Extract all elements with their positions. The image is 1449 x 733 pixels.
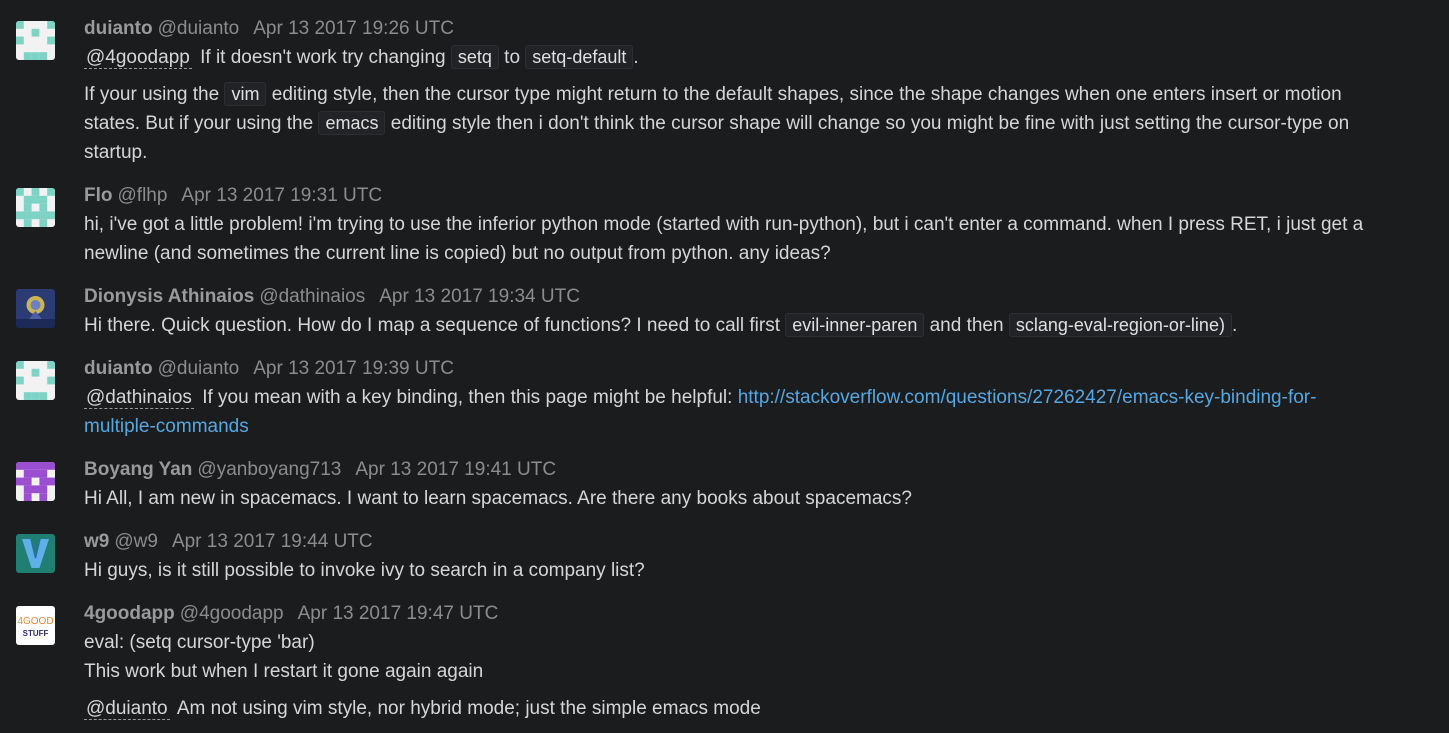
message-timestamp[interactable]: Apr 13 2017 19:41 UTC [355,459,556,480]
author-handle[interactable]: @w9 [114,531,158,552]
author-handle[interactable]: @duianto [158,358,240,379]
message-text: Hi there. Quick question. How do I map a… [84,311,1419,340]
message-text: states. But if your using the emacs edit… [84,109,1419,138]
mention-link[interactable]: @duianto [84,698,170,720]
url-link[interactable]: multiple-commands [84,416,249,437]
message-text: eval: (setq cursor-type 'bar) [84,632,315,653]
message-header: duianto @duianto Apr 13 2017 19:26 UTC [84,14,1419,43]
v-logo-icon[interactable] [16,534,55,573]
mention-link[interactable]: @4goodapp [84,47,192,69]
identicon-teal-icon[interactable] [16,21,55,60]
message-timestamp[interactable]: Apr 13 2017 19:47 UTC [298,603,499,624]
message-text: This work but when I restart it gone aga… [84,661,484,682]
photo-avatar-icon[interactable] [16,289,55,328]
author-handle[interactable]: @yanboyang713 [197,459,341,480]
message-header: Boyang Yan @yanboyang713 Apr 13 2017 19:41… [84,455,1419,484]
message-text: newline (and sometimes the current line … [84,243,831,264]
text-span: and then [924,315,1009,336]
message-timestamp[interactable]: Apr 13 2017 19:34 UTC [379,286,580,307]
svg-text:4GOOD: 4GOOD [17,616,53,627]
author-name[interactable]: Dionysis Athinaios [84,286,254,307]
author-name[interactable]: w9 [84,531,109,552]
identicon-teal-icon[interactable] [16,361,55,400]
message-timestamp[interactable]: Apr 13 2017 19:31 UTC [181,185,382,206]
message-text: hi, i've got a little problem! i'm tryin… [84,214,1364,235]
author-name[interactable]: 4goodapp [84,603,175,624]
svg-text:STUFF: STUFF [23,629,49,638]
inline-code: sclang-eval-region-or-line) [1008,313,1232,337]
inline-code: vim [224,82,267,106]
author-name[interactable]: duianto [84,358,153,379]
inline-code: setq [450,45,499,69]
inline-code: evil-inner-paren [785,313,925,337]
message-text: Hi All, I am new in spacemacs. I want to… [84,488,912,509]
author-name[interactable]: Boyang Yan [84,459,192,480]
url-link[interactable]: http://stackoverflow.com/questions/27262… [738,387,1317,408]
author-handle[interactable]: @4goodapp [180,603,284,624]
message-text: @4goodapp If it doesn't work try changin… [84,43,1419,72]
text-span: Hi there. Quick question. How do I map a… [84,315,786,336]
inline-code: emacs [318,111,386,135]
text-span: Am not using vim style, nor hybrid mode;… [172,698,761,719]
chat-feed: duianto @duianto Apr 13 2017 19:26 UTC @4g… [0,0,1449,733]
author-handle[interactable]: @flhp [118,185,168,206]
message-header: w9 @w9 Apr 13 2017 19:44 UTC [84,527,1419,556]
message-text: startup. [84,138,1419,167]
message-timestamp[interactable]: Apr 13 2017 19:39 UTC [253,358,454,379]
author-handle[interactable]: @duianto [158,18,240,39]
text-span: . [633,47,639,68]
text-span: states. But if your using the [84,113,319,134]
text-span: startup. [84,142,148,163]
text-span: editing style then i don't think the cur… [385,113,1350,134]
message-header: 4goodapp @4goodapp Apr 13 2017 19:47 UTC [84,599,1419,628]
inline-code: setq-default [525,45,634,69]
author-name[interactable]: Flo [84,185,113,206]
message-text: If your using the vim editing style, the… [84,80,1419,109]
message-header: Dionysis Athinaios @dathinaios Apr 13 2017… [84,282,1419,311]
text-span: editing style, then the cursor type migh… [266,84,1342,105]
message-header: Flo @flhp Apr 13 2017 19:31 UTC [84,181,1419,210]
text-span: If your using the [84,84,225,105]
identicon-teal-icon[interactable] [16,188,55,227]
message-timestamp[interactable]: Apr 13 2017 19:26 UTC [253,18,454,39]
text-span: If it doesn't work try changing [194,47,451,68]
author-handle[interactable]: @dathinaios [259,286,365,307]
message-text: @dathinaios If you mean with a key bindi… [84,383,1419,412]
message-header: duianto @duianto Apr 13 2017 19:39 UTC [84,354,1419,383]
text-span: to [498,47,526,68]
message-timestamp[interactable]: Apr 13 2017 19:44 UTC [172,531,373,552]
text-span: If you mean with a key binding, then thi… [196,387,738,408]
text-span: . [1231,315,1238,336]
identicon-purple-icon[interactable] [16,462,55,501]
mention-link[interactable]: @dathinaios [84,387,194,409]
message-text: Hi guys, is it still possible to invoke … [84,560,645,581]
author-name[interactable]: duianto [84,18,153,39]
4good-stuff-logo-icon[interactable]: 4GOOD STUFF [16,606,55,645]
message-text: multiple-commands [84,412,1419,441]
message-text: @duianto Am not using vim style, nor hyb… [84,694,1419,723]
